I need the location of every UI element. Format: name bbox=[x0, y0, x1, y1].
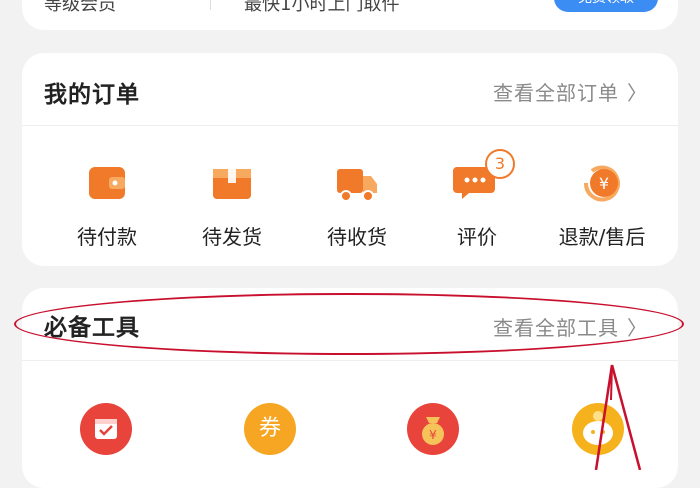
view-all-orders-link[interactable]: 查看全部订单〉 bbox=[493, 77, 648, 106]
piggy-icon[interactable] bbox=[572, 403, 624, 455]
my-orders-card: 我的订单 查看全部订单〉 待付款 待发货 待收货 3 评价 ¥ 退款/售后 bbox=[22, 53, 678, 266]
order-review[interactable]: 3 评价 bbox=[422, 149, 532, 250]
divider bbox=[210, 0, 211, 10]
free-claim-button[interactable]: 免费领取 bbox=[554, 0, 658, 12]
truck-icon bbox=[335, 161, 379, 205]
wallet-icon bbox=[85, 161, 129, 205]
order-label: 待付款 bbox=[77, 225, 137, 249]
order-pending-receipt[interactable]: 待收货 bbox=[302, 161, 412, 250]
svg-text:¥: ¥ bbox=[429, 428, 437, 442]
view-all-orders-label: 查看全部订单 bbox=[493, 81, 619, 105]
order-refund-aftersale[interactable]: ¥ 退款/售后 bbox=[547, 161, 657, 250]
badge-count: 3 bbox=[494, 154, 506, 173]
coupon-glyph: 券 bbox=[258, 416, 281, 441]
divider bbox=[22, 125, 678, 126]
svg-text:¥: ¥ bbox=[599, 174, 609, 193]
order-label: 退款/售后 bbox=[558, 225, 646, 249]
order-pending-payment[interactable]: 待付款 bbox=[52, 161, 162, 250]
order-label: 待发货 bbox=[202, 225, 262, 249]
order-label: 评价 bbox=[457, 225, 497, 249]
order-pending-shipment[interactable]: 待发货 bbox=[177, 161, 287, 250]
top-info-card: 等级会员 最快1小时上门取件 免费领取 bbox=[22, 0, 678, 30]
annotation-highlight-ellipse bbox=[14, 293, 684, 355]
order-label: 待收货 bbox=[327, 225, 387, 249]
orders-title: 我的订单 bbox=[44, 82, 140, 108]
coupon-icon[interactable]: 券 bbox=[244, 403, 296, 455]
divider bbox=[22, 360, 678, 361]
calendar-check-icon[interactable] bbox=[80, 403, 132, 455]
chevron-right-icon: 〉 bbox=[627, 81, 648, 105]
refund-yen-icon: ¥ bbox=[580, 161, 624, 205]
review-count-badge: 3 bbox=[485, 149, 515, 179]
member-level-text: 等级会员 bbox=[44, 0, 116, 15]
comment-icon: 3 bbox=[453, 149, 515, 205]
money-bag-icon[interactable]: ¥ bbox=[407, 403, 459, 455]
pickup-info-text: 最快1小时上门取件 bbox=[244, 0, 400, 15]
package-icon bbox=[210, 161, 254, 205]
